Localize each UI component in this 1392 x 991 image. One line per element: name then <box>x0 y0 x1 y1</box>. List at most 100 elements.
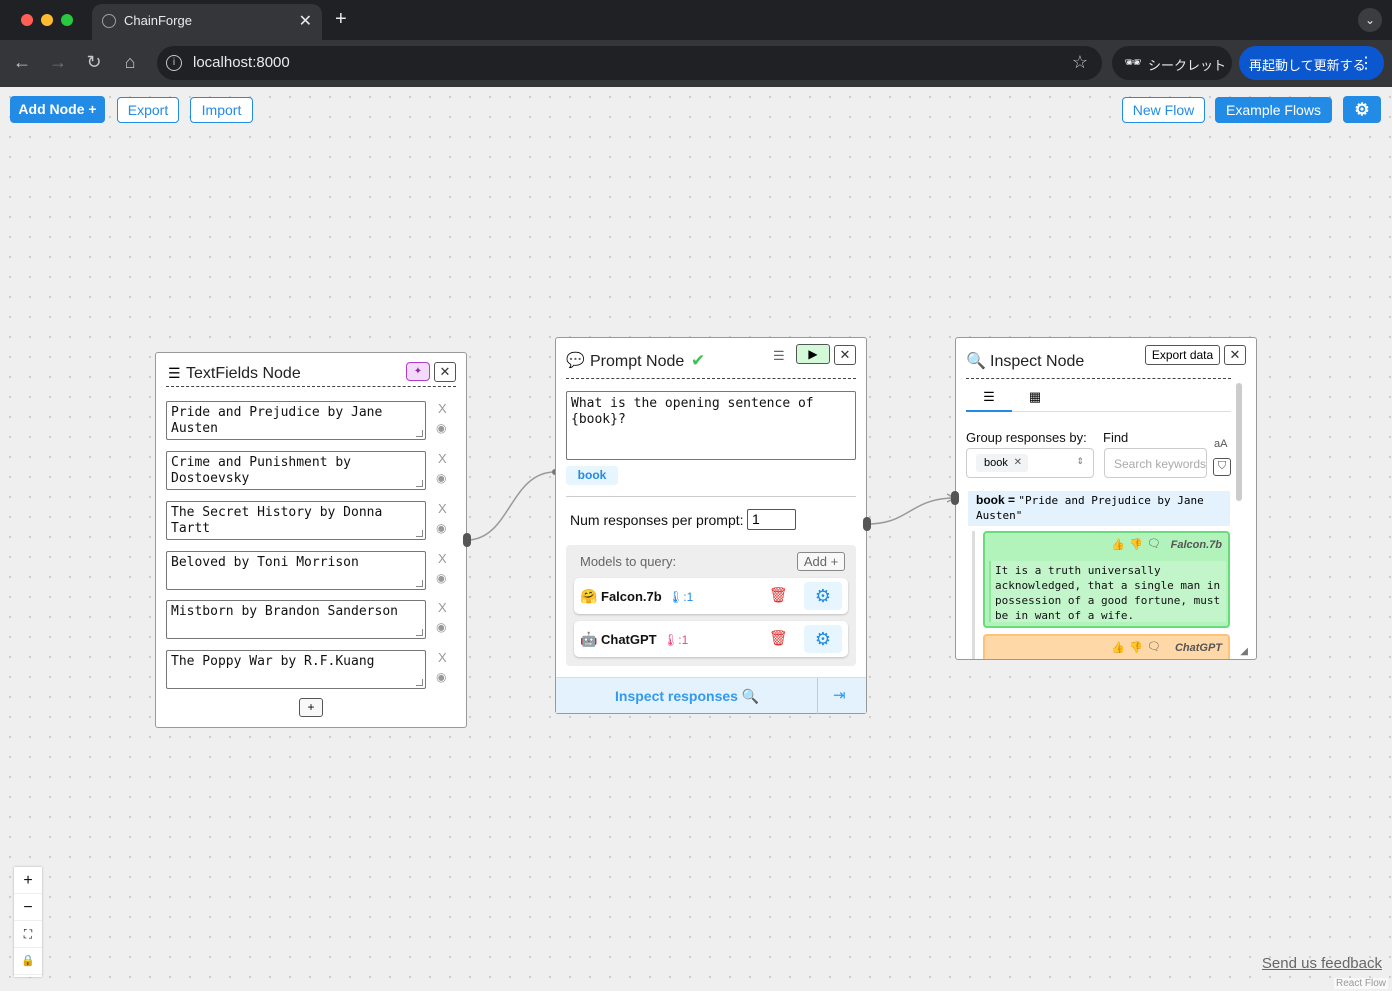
thumbs-down-icon[interactable]: 👎 <box>1129 538 1143 551</box>
incognito-indicator[interactable]: 🕶 シークレット <box>1112 46 1232 80</box>
chip-remove-icon[interactable]: ✕ <box>1014 454 1022 472</box>
text-field-2[interactable]: Crime and Punishment by Dostoevsky <box>166 451 426 490</box>
text-field-3[interactable]: The Secret History by Donna Tartt <box>166 501 426 540</box>
inspect-footer: Inspect responses 🔍 ⇥ <box>556 677 866 714</box>
eye-icon[interactable]: ◉ <box>436 620 446 634</box>
scrollbar-thumb[interactable] <box>1236 383 1242 501</box>
eye-icon[interactable]: ◉ <box>436 471 446 485</box>
comment-icon[interactable]: 🗨 <box>1147 537 1161 550</box>
model-row-chatgpt[interactable]: 🤖 ChatGPT 🌡:1 🗑 ⚙ <box>574 621 848 657</box>
textfields-node-title: TextFields Node <box>186 365 301 382</box>
response-card-falcon: 👍 👎 🗨 Falcon.7b It is a truth universall… <box>983 531 1230 628</box>
inspect-responses-button[interactable]: Inspect responses 🔍 <box>615 688 759 705</box>
temperature-badge: 🌡:1 <box>663 633 689 647</box>
add-field-button[interactable]: + <box>299 698 323 717</box>
remove-field-button[interactable]: X <box>438 551 447 566</box>
remove-field-button[interactable]: X <box>438 501 447 516</box>
minimize-window-button[interactable] <box>41 14 53 26</box>
text-field-1[interactable]: Pride and Prejudice by Jane Austen <box>166 401 426 440</box>
trash-icon[interactable]: 🗑 <box>769 586 788 604</box>
group-by-select[interactable]: book ✕ ⇕ <box>966 448 1094 478</box>
tab-close-icon[interactable]: ✕ <box>299 11 312 31</box>
thumbs-up-icon[interactable]: 👍 <box>1111 641 1125 654</box>
forward-icon[interactable]: → <box>46 52 70 73</box>
send-feedback-link[interactable]: Send us feedback <box>1262 955 1382 972</box>
export-data-button[interactable]: Export data <box>1145 345 1220 365</box>
new-tab-button[interactable]: + <box>335 8 347 31</box>
search-input[interactable]: Search keywords <box>1104 448 1207 478</box>
browser-tab[interactable]: ChainForge ✕ <box>92 4 322 40</box>
open-inspector-icon[interactable]: ⇥ <box>833 686 846 704</box>
eye-icon[interactable]: ◉ <box>436 421 446 435</box>
text-field-5[interactable]: Mistborn by Brandon Sanderson <box>166 600 426 639</box>
thumbs-up-icon[interactable]: 👍 <box>1111 538 1125 551</box>
react-flow-attribution[interactable]: React Flow <box>1333 978 1388 989</box>
eye-icon[interactable]: ◉ <box>436 571 446 585</box>
model-name: Falcon.7b <box>601 589 662 604</box>
lock-icon[interactable]: 🔒 <box>14 948 42 975</box>
url-text[interactable]: localhost:8000 <box>193 54 290 71</box>
filter-icon[interactable]: ⛉ <box>1213 458 1231 476</box>
reload-icon[interactable]: ↻ <box>82 52 106 73</box>
remove-field-button[interactable]: X <box>438 451 447 466</box>
close-window-button[interactable] <box>21 14 33 26</box>
node-close-button[interactable]: ✕ <box>434 362 456 382</box>
flow-canvas[interactable]: Add Node + Export Import New Flow Exampl… <box>0 87 1392 991</box>
prompt-textarea[interactable]: What is the opening sentence of {book}? <box>566 391 856 460</box>
thumbs-down-icon[interactable]: 👎 <box>1129 641 1143 654</box>
textfields-output-handle[interactable] <box>463 533 471 547</box>
speech-bubble-icon: 💬 <box>566 352 585 369</box>
footer-divider <box>817 678 818 714</box>
zoom-in-icon[interactable]: + <box>14 867 42 894</box>
address-bar[interactable]: i localhost:8000 ☆ <box>157 46 1102 80</box>
num-responses-input[interactable]: 1 <box>747 509 796 530</box>
case-sensitive-icon[interactable]: aA <box>1214 438 1227 450</box>
model-settings-gear-icon[interactable]: ⚙ <box>804 625 842 653</box>
inspect-node[interactable]: 🔍 Inspect Node Export data ✕ ☰ ▦ Group r… <box>955 337 1257 660</box>
prompt-output-handle[interactable] <box>863 517 871 531</box>
comment-icon[interactable]: 🗨 <box>1147 640 1161 653</box>
tab-table-view-icon[interactable]: ▦ <box>1012 384 1058 412</box>
run-play-button[interactable]: ▶ <box>796 344 830 364</box>
group-chip-label: book <box>984 457 1008 469</box>
text-field-6[interactable]: The Poppy War by R.F.Kuang <box>166 650 426 689</box>
group-header[interactable]: book = "Pride and Prejudice by Jane Aust… <box>968 491 1230 526</box>
home-icon[interactable]: ⌂ <box>118 52 142 73</box>
model-settings-gear-icon[interactable]: ⚙ <box>804 582 842 610</box>
group-indent-line <box>972 531 975 659</box>
resize-handle-icon[interactable]: ◢ <box>1240 646 1248 657</box>
info-icon[interactable]: i <box>166 55 182 71</box>
back-icon[interactable]: ← <box>10 52 34 73</box>
bookmark-star-icon[interactable]: ☆ <box>1072 52 1088 73</box>
globe-icon <box>102 14 116 28</box>
eye-icon[interactable]: ◉ <box>436 670 446 684</box>
eye-icon[interactable]: ◉ <box>436 521 446 535</box>
textfields-node[interactable]: ☰ TextFields Node ✦ ✕ Pride and Prejudic… <box>155 352 467 728</box>
zoom-out-icon[interactable]: − <box>14 894 42 921</box>
response-text: It is a truth universally acknowledged, … <box>989 561 1226 622</box>
ai-sparkle-button[interactable]: ✦ <box>406 362 430 381</box>
tab-search-button[interactable]: ⌄ <box>1358 8 1382 32</box>
search-placeholder: Search keywords <box>1114 457 1207 471</box>
relaunch-label: 再起動して更新する <box>1249 58 1366 73</box>
list-icon[interactable]: ☰ <box>773 348 785 364</box>
checkmark-icon: ✔ <box>691 351 706 370</box>
variable-tag-book: book <box>566 466 618 485</box>
trash-icon[interactable]: 🗑 <box>769 629 788 647</box>
fit-view-icon[interactable]: ⛶ <box>14 921 42 948</box>
prompt-node[interactable]: 💬 Prompt Node ✔ ☰ ▶ ✕ What is the openin… <box>555 337 867 714</box>
menu-dots-icon[interactable]: ⋮ <box>1358 53 1374 73</box>
remove-field-button[interactable]: X <box>438 600 447 615</box>
model-row-falcon[interactable]: 🤗 Falcon.7b 🌡:1 🗑 ⚙ <box>574 578 848 614</box>
remove-field-button[interactable]: X <box>438 650 447 665</box>
var-label: book = <box>976 493 1016 507</box>
text-field-4[interactable]: Beloved by Toni Morrison <box>166 551 426 590</box>
node-close-button[interactable]: ✕ <box>1224 345 1246 365</box>
maximize-window-button[interactable] <box>61 14 73 26</box>
add-model-button[interactable]: Add + <box>797 552 845 571</box>
remove-field-button[interactable]: X <box>438 401 447 416</box>
node-close-button[interactable]: ✕ <box>834 345 856 365</box>
relaunch-update-button[interactable]: 再起動して更新する ⋮ <box>1239 46 1384 80</box>
inspect-input-handle[interactable] <box>951 491 959 505</box>
tab-list-view-icon[interactable]: ☰ <box>966 384 1012 412</box>
